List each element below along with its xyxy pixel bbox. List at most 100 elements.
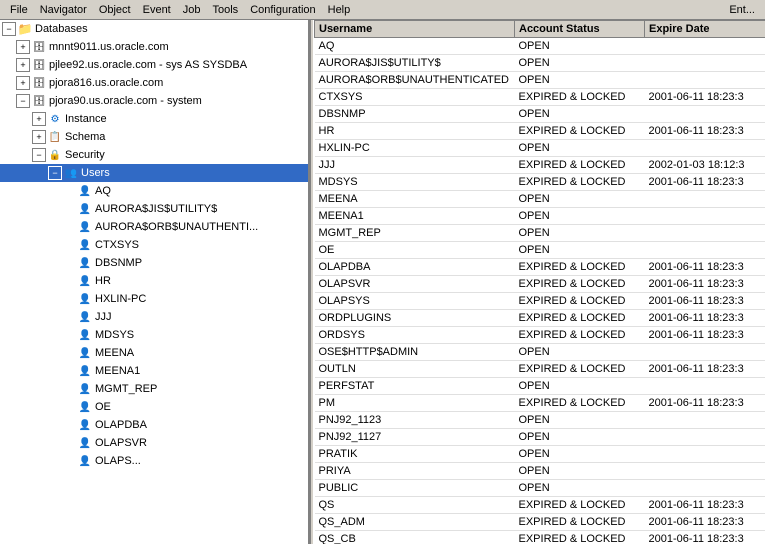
tree-node-user-meena[interactable]: 👤 MEENA bbox=[0, 344, 308, 362]
tree-node-users[interactable]: − 👥 Users bbox=[0, 164, 308, 182]
cell-status: OPEN bbox=[515, 72, 645, 89]
col-account-status[interactable]: Account Status bbox=[515, 21, 645, 38]
cell-status: OPEN bbox=[515, 208, 645, 225]
cell-status: EXPIRED & LOCKED bbox=[515, 259, 645, 276]
table-row[interactable]: PERFSTATOPEN bbox=[315, 378, 765, 395]
cell-status: EXPIRED & LOCKED bbox=[515, 327, 645, 344]
table-row[interactable]: OLAPSYSEXPIRED & LOCKED2001-06-11 18:23:… bbox=[315, 293, 765, 310]
expand-pjora816[interactable]: + bbox=[16, 76, 30, 90]
tree-node-user-ctxsys[interactable]: 👤 CTXSYS bbox=[0, 236, 308, 254]
table-row[interactable]: MEENAOPEN bbox=[315, 191, 765, 208]
table-row[interactable]: QS_CBEXPIRED & LOCKED2001-06-11 18:23:3 bbox=[315, 531, 765, 544]
tree-node-user-aq[interactable]: 👤 AQ bbox=[0, 182, 308, 200]
tree-panel[interactable]: − 📁 Databases + 🗄 mnnt9011.us.oracle.com… bbox=[0, 20, 310, 544]
cell-expire bbox=[645, 225, 765, 242]
tree-node-user-olapsvr[interactable]: 👤 OLAPSVR bbox=[0, 434, 308, 452]
tree-node-mnnt9011[interactable]: + 🗄 mnnt9011.us.oracle.com bbox=[0, 38, 308, 56]
table-row[interactable]: OSE$HTTP$ADMINOPEN bbox=[315, 344, 765, 361]
table-row[interactable]: PMEXPIRED & LOCKED2001-06-11 18:23:3 bbox=[315, 395, 765, 412]
tree-node-user-olapsys[interactable]: 👤 OLAPS... bbox=[0, 452, 308, 470]
tree-node-user-mdsys[interactable]: 👤 MDSYS bbox=[0, 326, 308, 344]
tree-node-user-meena1[interactable]: 👤 MEENA1 bbox=[0, 362, 308, 380]
user-icon: 👤 bbox=[77, 327, 93, 343]
expand-users[interactable]: − bbox=[48, 166, 62, 180]
menu-object[interactable]: Object bbox=[93, 2, 137, 18]
table-row[interactable]: ORDSYSEXPIRED & LOCKED2001-06-11 18:23:3 bbox=[315, 327, 765, 344]
tree-node-pjlee92[interactable]: + 🗄 pjlee92.us.oracle.com - sys AS SYSDB… bbox=[0, 56, 308, 74]
table-row[interactable]: PUBLICOPEN bbox=[315, 480, 765, 497]
tree-node-pjora816[interactable]: + 🗄 pjora816.us.oracle.com bbox=[0, 74, 308, 92]
expand-instance[interactable]: + bbox=[32, 112, 46, 126]
table-row[interactable]: QS_ADMEXPIRED & LOCKED2001-06-11 18:23:3 bbox=[315, 514, 765, 531]
table-row[interactable]: MGMT_REPOPEN bbox=[315, 225, 765, 242]
cell-status: OPEN bbox=[515, 140, 645, 157]
tree-node-user-aurora-orb[interactable]: 👤 AURORA$ORB$UNAUTHENTI... bbox=[0, 218, 308, 236]
tree-label-mnnt9011: mnnt9011.us.oracle.com bbox=[49, 41, 169, 53]
expand-security[interactable]: − bbox=[32, 148, 46, 162]
table-row[interactable]: HREXPIRED & LOCKED2001-06-11 18:23:3 bbox=[315, 123, 765, 140]
cell-status: OPEN bbox=[515, 378, 645, 395]
tree-label-meena: MEENA bbox=[95, 347, 134, 359]
table-row[interactable]: PNJ92_1127OPEN bbox=[315, 429, 765, 446]
tree-node-user-olapdba[interactable]: 👤 OLAPDBA bbox=[0, 416, 308, 434]
table-row[interactable]: OLAPSVREXPIRED & LOCKED2001-06-11 18:23:… bbox=[315, 276, 765, 293]
tree-node-user-mgmt-rep[interactable]: 👤 MGMT_REP bbox=[0, 380, 308, 398]
table-row[interactable]: MDSYSEXPIRED & LOCKED2001-06-11 18:23:3 bbox=[315, 174, 765, 191]
col-username[interactable]: Username bbox=[315, 21, 515, 38]
table-row[interactable]: AQOPEN bbox=[315, 38, 765, 55]
table-row[interactable]: PNJ92_1123OPEN bbox=[315, 412, 765, 429]
tree-node-user-hxlin[interactable]: 👤 HXLIN-PC bbox=[0, 290, 308, 308]
table-row[interactable]: QSEXPIRED & LOCKED2001-06-11 18:23:3 bbox=[315, 497, 765, 514]
tree-node-user-aurora-jis[interactable]: 👤 AURORA$JIS$UTILITY$ bbox=[0, 200, 308, 218]
table-row[interactable]: AURORA$ORB$UNAUTHENTICATEDOPEN bbox=[315, 72, 765, 89]
cell-expire: 2001-06-11 18:23:3 bbox=[645, 293, 765, 310]
expand-databases[interactable]: − bbox=[2, 22, 16, 36]
tree-node-user-jjj[interactable]: 👤 JJJ bbox=[0, 308, 308, 326]
cell-username: DBSNMP bbox=[315, 106, 515, 123]
tree-node-schema[interactable]: + 📋 Schema bbox=[0, 128, 308, 146]
menu-job[interactable]: Job bbox=[177, 2, 207, 18]
tree-node-pjora90[interactable]: − 🗄 pjora90.us.oracle.com - system bbox=[0, 92, 308, 110]
table-row[interactable]: HXLIN-PCOPEN bbox=[315, 140, 765, 157]
table-row[interactable]: ORDPLUGINSEXPIRED & LOCKED2001-06-11 18:… bbox=[315, 310, 765, 327]
user-icon: 👤 bbox=[77, 363, 93, 379]
table-row[interactable]: MEENA1OPEN bbox=[315, 208, 765, 225]
leaf-meena1 bbox=[62, 364, 76, 378]
tree-node-user-oe[interactable]: 👤 OE bbox=[0, 398, 308, 416]
tree-label-hxlin: HXLIN-PC bbox=[95, 293, 146, 305]
tree-node-instance[interactable]: + ⚙ Instance bbox=[0, 110, 308, 128]
table-row[interactable]: PRATIKOPEN bbox=[315, 446, 765, 463]
menu-navigator[interactable]: Navigator bbox=[34, 2, 93, 18]
expand-schema[interactable]: + bbox=[32, 130, 46, 144]
tree-node-user-dbsnmp[interactable]: 👤 DBSNMP bbox=[0, 254, 308, 272]
leaf-aq bbox=[62, 184, 76, 198]
table-row[interactable]: OLAPDBAEXPIRED & LOCKED2001-06-11 18:23:… bbox=[315, 259, 765, 276]
table-row[interactable]: JJJEXPIRED & LOCKED2002-01-03 18:12:3 bbox=[315, 157, 765, 174]
tree-label-schema: Schema bbox=[65, 131, 105, 143]
col-expire-date[interactable]: Expire Date bbox=[645, 21, 765, 38]
tree-node-user-hr[interactable]: 👤 HR bbox=[0, 272, 308, 290]
expand-mnnt9011[interactable]: + bbox=[16, 40, 30, 54]
tree-label-olapsys: OLAPS... bbox=[95, 455, 141, 467]
leaf-mdsys bbox=[62, 328, 76, 342]
table-row[interactable]: CTXSYSEXPIRED & LOCKED2001-06-11 18:23:3 bbox=[315, 89, 765, 106]
table-row[interactable]: PRIYAOPEN bbox=[315, 463, 765, 480]
user-icon: 👤 bbox=[77, 219, 93, 235]
cell-expire bbox=[645, 378, 765, 395]
leaf-aurora-orb bbox=[62, 220, 76, 234]
tree-node-databases[interactable]: − 📁 Databases bbox=[0, 20, 308, 38]
table-row[interactable]: DBSNMPOPEN bbox=[315, 106, 765, 123]
table-row[interactable]: AURORA$JIS$UTILITY$OPEN bbox=[315, 55, 765, 72]
cell-username: QS_CB bbox=[315, 531, 515, 544]
menu-configuration[interactable]: Configuration bbox=[244, 2, 321, 18]
menu-file[interactable]: File bbox=[4, 2, 34, 18]
menu-tools[interactable]: Tools bbox=[207, 2, 245, 18]
expand-pjora90[interactable]: − bbox=[16, 94, 30, 108]
tree-node-security[interactable]: − 🔒 Security bbox=[0, 146, 308, 164]
menu-event[interactable]: Event bbox=[137, 2, 177, 18]
table-row[interactable]: OUTLNEXPIRED & LOCKED2001-06-11 18:23:3 bbox=[315, 361, 765, 378]
cell-expire bbox=[645, 463, 765, 480]
expand-pjlee92[interactable]: + bbox=[16, 58, 30, 72]
table-row[interactable]: OEOPEN bbox=[315, 242, 765, 259]
menu-help[interactable]: Help bbox=[322, 2, 357, 18]
